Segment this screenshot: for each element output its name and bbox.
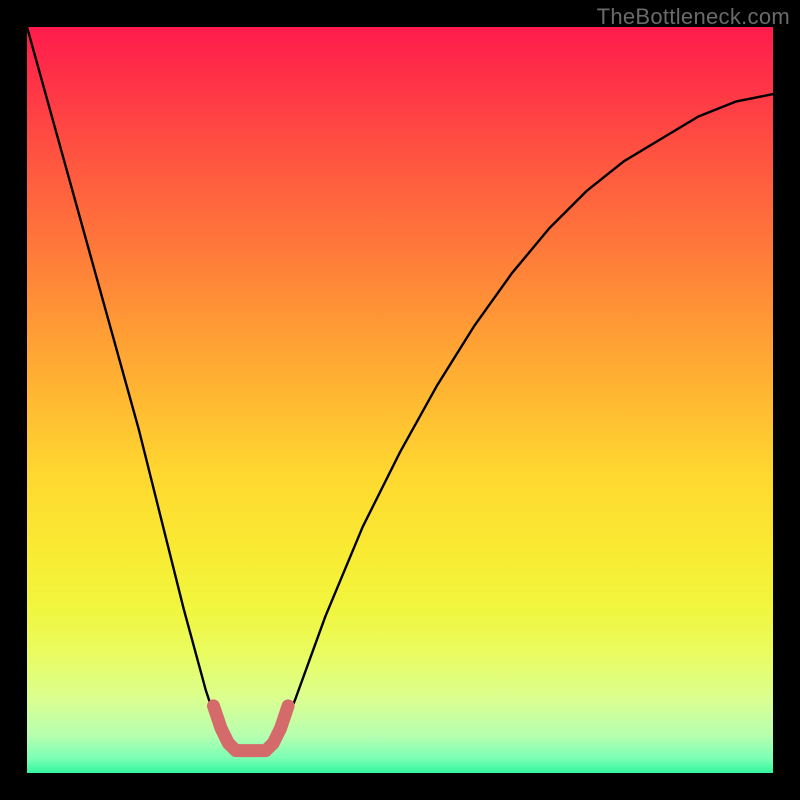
- bottleneck-curve: [27, 27, 773, 751]
- watermark-text: TheBottleneck.com: [597, 4, 790, 30]
- chart-frame: [27, 27, 773, 773]
- bottleneck-chart: [27, 27, 773, 773]
- curve-highlight: [214, 706, 289, 751]
